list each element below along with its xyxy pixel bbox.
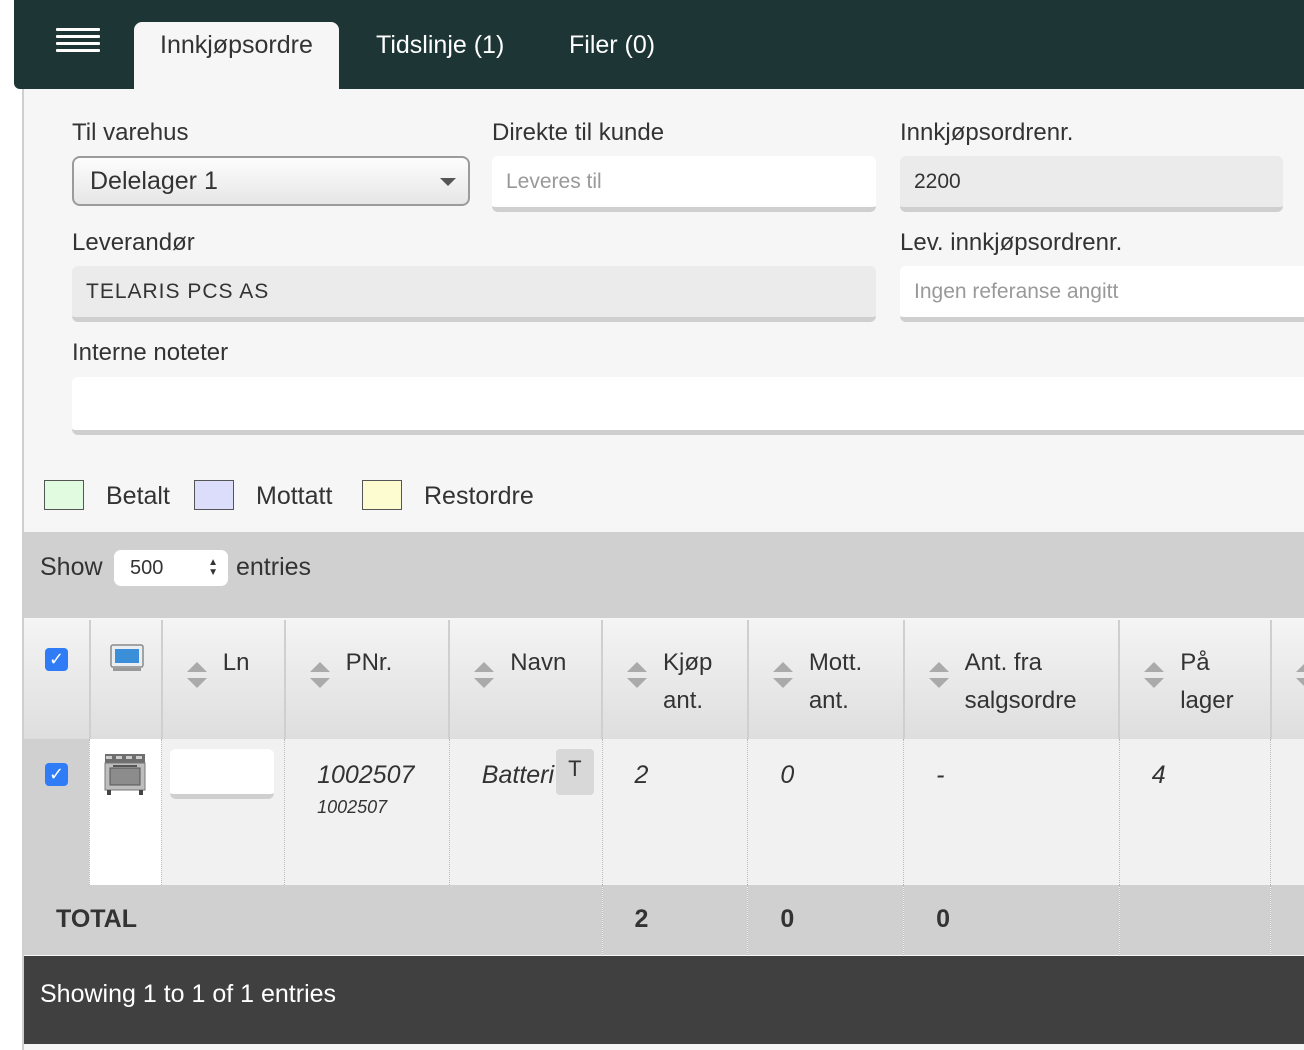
lev-innkjopsordrenr-input[interactable]: Ingen referanse angitt	[900, 266, 1304, 322]
product-stove-image[interactable]	[102, 751, 148, 797]
header-navn[interactable]: Navn	[448, 620, 603, 739]
sort-icon	[627, 662, 648, 692]
direkte-til-kunde-label: Direkte til kunde	[492, 119, 665, 146]
header-ln[interactable]: Ln	[160, 620, 285, 739]
row-mott-ant-cell: 0	[747, 739, 904, 885]
row-select-cell: ✓	[24, 739, 90, 885]
table-info-bar: Showing 1 to 1 of 1 entries	[24, 956, 1304, 1044]
til-varehus-label: Til varehus	[72, 119, 189, 146]
header-ln-label: Ln	[222, 649, 250, 676]
direkte-til-kunde-input[interactable]: Leveres til	[492, 156, 876, 212]
row-navn-cell: Batteri T	[448, 739, 603, 885]
header-pa-lager-label: På lager	[1180, 649, 1234, 714]
header-select-all: ✓	[24, 620, 90, 739]
row-checkbox[interactable]: ✓	[45, 763, 68, 786]
navn-value[interactable]: Batteri	[482, 761, 556, 790]
header-ant-fra-salgsordre-label: Ant. fra salgsordre	[964, 649, 1077, 714]
pnr-value[interactable]: 1002507	[317, 761, 414, 790]
show-label: Show	[40, 553, 103, 581]
ln-input[interactable]	[170, 749, 275, 799]
order-form-panel: Til varehus Delelager 1 Direkte til kund…	[22, 89, 1304, 1050]
table-header-row: ✓ Ln PNr. Navn Kjøp ant. Mott. ant. Ant.…	[24, 620, 1304, 739]
lev-innkjopsordrenr-label: Lev. innkjøpsordrenr.	[900, 229, 1123, 256]
til-varehus-select[interactable]: Delelager 1	[72, 156, 470, 206]
tab-innkjopsordre[interactable]: Innkjøpsordre	[134, 22, 339, 89]
sort-icon	[186, 662, 207, 692]
mott-ant-value: 0	[780, 761, 795, 789]
leverandor-field[interactable]: TELARIS PCS AS	[72, 266, 876, 322]
sort-icon	[928, 662, 949, 692]
header-kjop-ant[interactable]: Kjøp ant.	[601, 620, 748, 739]
sort-icon	[309, 662, 330, 692]
interne-noteter-label: Interne noteter	[72, 339, 229, 366]
product-image-cell	[89, 739, 162, 885]
page-size-select[interactable]: 500 ▲ ▼	[114, 550, 228, 586]
header-next[interactable]	[1269, 620, 1304, 739]
totals-label: TOTAL	[56, 905, 138, 933]
order-lines-table: ✓ Ln PNr. Navn Kjøp ant. Mott. ant. Ant.…	[24, 620, 1304, 955]
header-kjop-ant-label: Kjøp ant.	[663, 649, 713, 714]
row-pnr-cell: 1002507 1002507	[284, 739, 450, 885]
header-pa-lager[interactable]: På lager	[1118, 620, 1271, 739]
legend-label-restordre: Restordre	[424, 482, 534, 510]
row-next-cell	[1270, 739, 1304, 885]
totals-kjop-ant-cell: 2	[601, 885, 748, 955]
hamburger-menu-icon[interactable]	[56, 28, 100, 62]
legend-swatch-mottatt	[194, 480, 234, 510]
totals-next-cell	[1270, 885, 1304, 955]
sort-icon	[772, 662, 793, 692]
row-ant-fra-salgsordre-cell: -	[903, 739, 1120, 885]
tab-filer[interactable]: Filer (0)	[569, 22, 655, 89]
chevron-down-icon	[440, 178, 456, 186]
totals-kjop-ant: 2	[634, 905, 649, 933]
table-row[interactable]: ✓ 1002507 1002507 Batteri T 2 0 - 4	[24, 739, 1304, 885]
row-pa-lager-cell: 4	[1118, 739, 1271, 885]
innkjopsordrenr-label: Innkjøpsordrenr.	[900, 119, 1074, 146]
totals-ant-fra-salgsordre-cell: 0	[903, 885, 1120, 955]
header-image	[88, 620, 162, 739]
pnr-subvalue: 1002507	[317, 797, 388, 817]
legend-label-betalt: Betalt	[106, 482, 170, 510]
monitor-icon	[110, 644, 144, 671]
totals-pa-lager-cell	[1118, 885, 1271, 955]
totals-label-cell: TOTAL	[24, 885, 603, 955]
header-pnr[interactable]: PNr.	[283, 620, 450, 739]
sort-icon	[1144, 662, 1165, 692]
totals-mott-ant-cell: 0	[747, 885, 904, 955]
innkjopsordrenr-field: 2200	[900, 156, 1283, 212]
totals-ant-fra-salgsordre: 0	[936, 905, 950, 933]
interne-noteter-input[interactable]	[72, 377, 1304, 435]
header-pnr-label: PNr.	[345, 649, 393, 676]
row-kjop-ant-cell: 2	[601, 739, 748, 885]
totals-mott-ant: 0	[780, 905, 795, 933]
table-length-bar: Show 500 ▲ ▼ entries	[24, 532, 1304, 618]
kjop-ant-value: 2	[634, 761, 649, 789]
ant-fra-salgsordre-value: -	[936, 761, 945, 789]
legend-swatch-betalt	[44, 480, 84, 510]
totals-row: TOTAL 2 0 0	[24, 885, 1304, 955]
sort-icon	[1295, 662, 1304, 692]
page-size-value: 500	[130, 557, 164, 579]
entries-label: entries	[236, 553, 312, 581]
row-ln-cell	[161, 739, 285, 885]
leverandor-label: Leverandør	[72, 229, 195, 256]
legend-swatch-restordre	[362, 480, 402, 510]
header-ant-fra-salgsordre[interactable]: Ant. fra salgsordre	[902, 620, 1120, 739]
sort-icon	[474, 662, 495, 692]
header-mott-ant-label: Mott. ant.	[808, 649, 863, 714]
til-varehus-value: Delelager 1	[90, 166, 218, 195]
updown-arrows-icon: ▲ ▼	[208, 557, 218, 578]
text-badge-button[interactable]: T	[555, 749, 594, 795]
header-navn-label: Navn	[510, 649, 567, 676]
pa-lager-value: 4	[1151, 761, 1166, 789]
tab-tidslinje[interactable]: Tidslinje (1)	[376, 22, 504, 89]
select-all-checkbox[interactable]: ✓	[45, 648, 68, 671]
header-mott-ant[interactable]: Mott. ant.	[746, 620, 904, 739]
legend-label-mottatt: Mottatt	[256, 482, 333, 510]
table-info-text: Showing 1 to 1 of 1 entries	[40, 980, 337, 1008]
top-navigation-bar: Innkjøpsordre Tidslinje (1) Filer (0)	[14, 0, 1304, 89]
